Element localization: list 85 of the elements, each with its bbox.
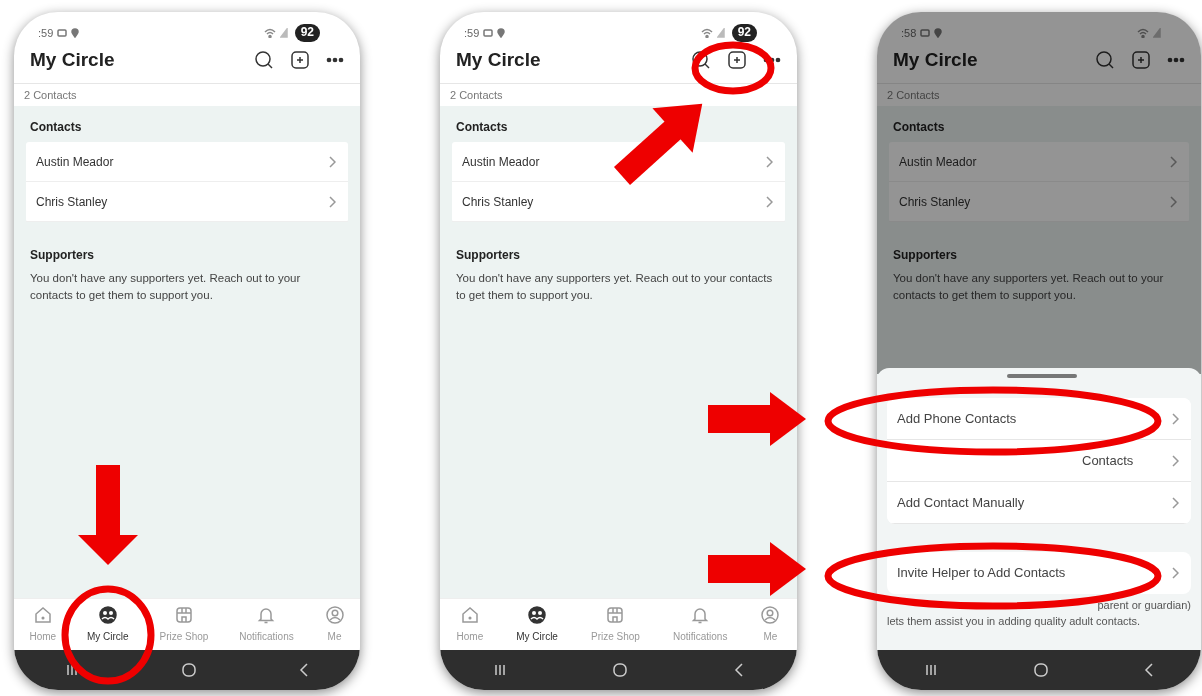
chevron-right-icon (765, 195, 773, 208)
location-icon (934, 28, 943, 38)
home-button-icon[interactable] (612, 662, 629, 678)
signal-icon (716, 28, 725, 38)
wifi-icon (263, 28, 276, 38)
contact-row[interactable]: Austin Meador (26, 142, 348, 182)
more-icon[interactable] (326, 57, 344, 64)
chevron-right-icon (1171, 496, 1179, 509)
contact-count: 2 Contacts (440, 82, 797, 106)
location-icon (71, 28, 80, 38)
signal-icon (279, 28, 288, 38)
home-button-icon[interactable] (1033, 662, 1049, 678)
drag-handle[interactable] (1006, 374, 1077, 378)
back-icon[interactable] (1143, 663, 1154, 677)
chevron-right-icon (1171, 454, 1179, 467)
contact-name: Austin Meador (462, 153, 540, 171)
shop-icon (605, 605, 626, 625)
back-icon[interactable] (299, 663, 309, 677)
add-icon[interactable] (727, 50, 747, 71)
wifi-icon (1137, 28, 1149, 38)
contact-row[interactable]: Chris Stanley (26, 182, 348, 222)
location-icon (497, 28, 506, 38)
contact-name: Austin Meador (899, 153, 977, 171)
signal-icon (1153, 28, 1161, 38)
add-icon[interactable] (290, 50, 310, 71)
chevron-right-icon (1171, 412, 1179, 425)
home-icon (32, 605, 53, 625)
chevron-right-icon (1169, 155, 1177, 168)
contact-name: Austin Meador (36, 153, 114, 171)
section-heading: Contacts (29, 119, 83, 136)
helper-note: parent or guardian) (1096, 598, 1191, 613)
screen-title: My Circle (456, 48, 541, 72)
helper-note: lets them assist you in adding quality adult contacts. (887, 613, 1142, 629)
option-label: Contacts (1081, 451, 1134, 470)
profile-icon (760, 605, 781, 625)
wifi-icon (700, 28, 713, 38)
back-icon[interactable] (734, 663, 745, 677)
search-icon[interactable] (1095, 50, 1115, 71)
search-icon[interactable] (254, 50, 274, 71)
contact-row[interactable]: Chris Stanley (452, 182, 785, 222)
battery-level: 92 (294, 24, 320, 42)
more-icon[interactable] (763, 57, 781, 64)
status-time: :59 (38, 25, 54, 41)
screenshot-icon (920, 28, 931, 38)
contact-row[interactable]: Austin Meador (889, 142, 1189, 182)
chevron-right-icon (1171, 567, 1179, 579)
screen-title: My Circle (893, 48, 978, 72)
home-icon (459, 605, 480, 625)
recent-apps-icon[interactable] (492, 663, 507, 677)
empty-message: You don't have any supporters yet. Reach out to your contacts to get them to support you. (455, 271, 774, 303)
chevron-right-icon (765, 155, 773, 168)
section-heading: Supporters (892, 247, 958, 264)
chevron-right-icon (1169, 195, 1177, 208)
shop-icon (173, 605, 194, 625)
section-heading: Contacts (455, 119, 509, 136)
contact-count: 2 Contacts (14, 82, 360, 106)
screenshot-icon (483, 28, 494, 38)
recent-apps-icon[interactable] (924, 663, 939, 677)
bell-icon (256, 605, 277, 625)
battery-level: 92 (731, 24, 757, 42)
add-icon[interactable] (1131, 50, 1151, 71)
empty-message: You don't have any supporters yet. Reach out to your contacts to get them to support you. (892, 271, 1165, 303)
bell-icon (690, 605, 711, 625)
contact-name: Chris Stanley (462, 193, 534, 211)
section-heading: Contacts (892, 119, 946, 136)
status-time: :58 (901, 25, 917, 41)
contact-name: Chris Stanley (899, 193, 971, 211)
contact-name: Chris Stanley (36, 193, 108, 211)
search-icon[interactable] (691, 50, 711, 71)
section-heading: Supporters (455, 247, 521, 264)
home-button-icon[interactable] (181, 662, 197, 678)
tab-button[interactable]: My Circle (516, 605, 558, 644)
screenshot-icon (57, 28, 68, 38)
tab-button[interactable]: My Circle (86, 605, 129, 644)
more-icon[interactable] (1167, 57, 1185, 64)
recent-apps-icon[interactable] (65, 663, 79, 677)
status-time: :59 (464, 25, 480, 41)
empty-message: You don't have any supporters yet. Reach out to your contacts to get them to support you. (29, 271, 302, 303)
chevron-right-icon (328, 195, 336, 208)
contact-row[interactable]: Chris Stanley (889, 182, 1189, 222)
screen-title: My Circle (30, 48, 115, 72)
section-heading: Supporters (29, 247, 95, 264)
profile-icon (324, 605, 345, 625)
contact-count: 2 Contacts (877, 82, 1201, 106)
chevron-right-icon (328, 155, 336, 168)
